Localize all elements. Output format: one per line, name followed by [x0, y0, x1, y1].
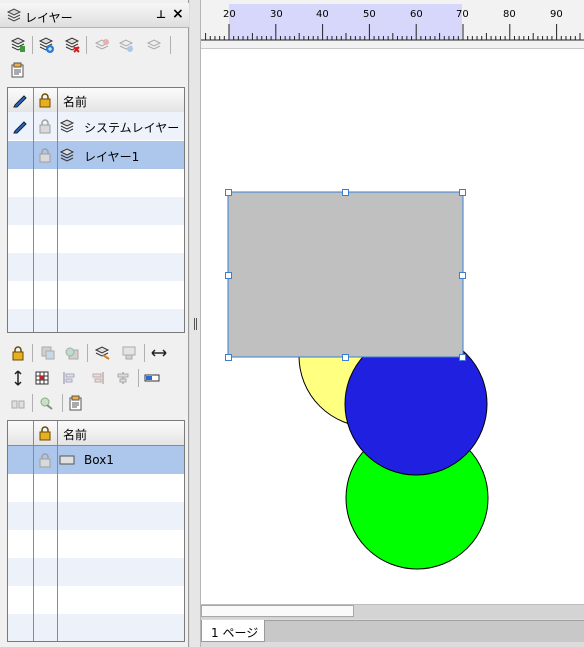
panel-splitter[interactable] — [190, 0, 201, 647]
layer-name: レイヤー1 — [84, 150, 140, 164]
lock-object-icon[interactable] — [10, 345, 26, 361]
lock-disabled-icon[interactable] — [37, 147, 53, 163]
empty-row — [8, 197, 184, 225]
empty-row — [8, 253, 184, 281]
layer-grid-name-header: 名前 — [63, 95, 88, 109]
resize-handle-top[interactable] — [342, 189, 349, 196]
textbox-icon[interactable] — [144, 370, 160, 386]
lock-disabled-icon[interactable] — [37, 118, 53, 134]
layer-row-layer1[interactable]: レイヤー1 — [8, 141, 184, 169]
align-right-icon[interactable] — [89, 370, 105, 386]
toolbar-separator — [32, 394, 33, 412]
layer-grid-header: 名前 — [8, 88, 184, 113]
add-layer-icon[interactable] — [38, 37, 54, 53]
ruler-label: 50 — [363, 9, 376, 20]
object-name: Box1 — [84, 453, 114, 467]
lock-disabled-icon[interactable] — [37, 452, 53, 468]
layer-up-icon[interactable] — [94, 37, 110, 53]
grid-snap-icon[interactable] — [34, 370, 50, 386]
pencil-icon — [13, 121, 27, 134]
toolbar-separator — [86, 36, 87, 54]
splitter-grip — [194, 318, 195, 330]
grid-column-divider — [57, 88, 58, 332]
lock-icon — [39, 426, 51, 441]
empty-row — [8, 309, 184, 332]
ruler-ticks — [201, 24, 584, 41]
layer-properties-icon[interactable] — [10, 37, 26, 53]
grid-column-divider — [33, 421, 34, 641]
object-grid-name-header: 名前 — [63, 428, 88, 442]
lock-icon — [39, 93, 51, 108]
toolbar-separator — [32, 344, 33, 362]
resize-handle-bottom-left[interactable] — [225, 354, 232, 361]
ruler-label: 90 — [550, 9, 563, 20]
resize-handle-bottom[interactable] — [342, 354, 349, 361]
pencil-icon — [13, 95, 27, 108]
toolbar-separator — [62, 394, 63, 412]
ruler-label: 80 — [503, 9, 516, 20]
toolbar-separator — [144, 344, 145, 362]
page-tab-label: 1 ページ — [211, 626, 259, 640]
panel-header: レイヤー ⊥ × — [0, 3, 189, 28]
layer-hide-icon[interactable] — [146, 37, 162, 53]
ruler-label: 70 — [456, 9, 469, 20]
horizontal-scrollbar-thumb[interactable] — [201, 605, 354, 617]
layer-icon — [59, 119, 75, 133]
layer-row-system[interactable]: システムレイヤー — [8, 112, 184, 140]
align-center-icon[interactable] — [115, 370, 131, 386]
ruler-label: 60 — [410, 9, 423, 20]
toolbar-separator — [32, 36, 33, 54]
layer-icon — [59, 148, 75, 162]
toolbar-separator — [87, 344, 88, 362]
layer-name: システムレイヤー — [84, 121, 180, 135]
shape-box1 — [227, 191, 464, 358]
resize-handle-top-left[interactable] — [225, 189, 232, 196]
toolbar-separator — [170, 36, 171, 54]
layers-icon — [6, 8, 22, 22]
layer-grid: 名前 システムレイヤー レイヤー1 — [7, 87, 185, 333]
bring-front-icon[interactable] — [40, 345, 56, 361]
object-settings-icon[interactable] — [38, 395, 54, 411]
horizontal-ruler: 20 30 40 50 60 70 80 90 — [201, 0, 584, 49]
grid-column-divider — [57, 421, 58, 641]
send-back-icon[interactable] — [64, 345, 80, 361]
panel-title: レイヤー — [25, 11, 73, 25]
object-row-box1[interactable]: Box1 — [8, 446, 184, 474]
close-icon[interactable]: × — [172, 6, 184, 22]
ruler-label: 40 — [316, 9, 329, 20]
layer-down-icon[interactable] — [118, 37, 134, 53]
pin-icon[interactable]: ⊥ — [156, 8, 166, 21]
object-properties-icon[interactable] — [68, 395, 84, 411]
box-object-icon — [59, 455, 75, 465]
horizontal-resize-icon[interactable] — [151, 345, 167, 361]
resize-handle-right[interactable] — [459, 272, 466, 279]
delete-layer-icon[interactable] — [64, 37, 80, 53]
drawing-canvas[interactable] — [201, 0, 584, 604]
group-icon[interactable] — [121, 345, 137, 361]
properties-icon[interactable] — [10, 62, 26, 78]
ruler-label: 20 — [223, 9, 236, 20]
resize-handle-bottom-right[interactable] — [459, 354, 466, 361]
empty-row — [8, 614, 184, 641]
resize-handle-top-right[interactable] — [459, 189, 466, 196]
binoculars-icon[interactable] — [10, 395, 26, 411]
toolbar-separator — [138, 369, 139, 387]
object-grid: 名前 Box1 — [7, 420, 185, 642]
vertical-resize-icon[interactable] — [10, 370, 26, 386]
empty-row — [8, 502, 184, 530]
grid-column-divider — [33, 88, 34, 332]
ruler-label: 30 — [270, 9, 283, 20]
move-to-layer-icon[interactable] — [94, 345, 110, 361]
align-left-icon[interactable] — [62, 370, 78, 386]
empty-row — [8, 558, 184, 586]
resize-handle-left[interactable] — [225, 272, 232, 279]
page-tab-strip — [265, 620, 584, 642]
canvas-shapes — [227, 191, 489, 570]
splitter-grip — [196, 318, 197, 330]
object-grid-header: 名前 — [8, 421, 184, 446]
